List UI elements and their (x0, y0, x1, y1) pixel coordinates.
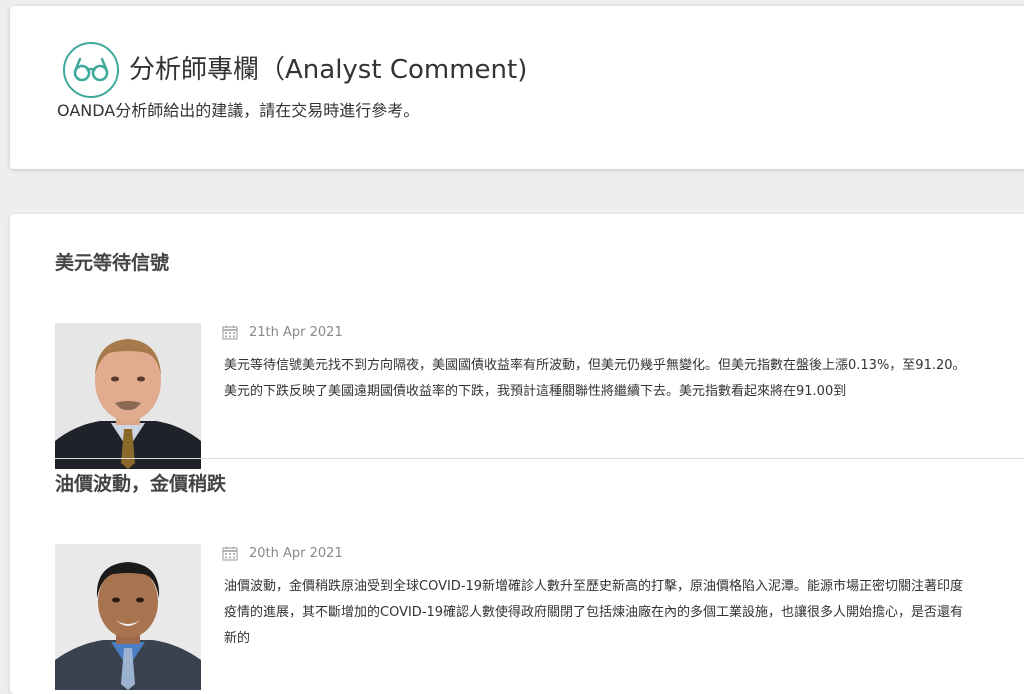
page-subtitle: OANDA分析師給出的建議，請在交易時進行參考。 (57, 101, 420, 120)
analyst-portrait[interactable] (55, 544, 201, 690)
calendar-icon (222, 325, 238, 340)
article-date-text: 21th Apr 2021 (249, 325, 343, 340)
article-item[interactable]: 美元等待信號 21th Apr 2021 美元等待信號美元找不到方向隔夜，美國國… (10, 249, 1024, 469)
article-excerpt: 油價波動，金價稍跌原油受到全球COVID-19新增確診人數升至歷史新高的打擊，原… (224, 579, 964, 646)
article-item[interactable]: 油價波動，金價稍跌 20th Apr 2021 油價波動，金價稍跌原油受到全球C… (10, 470, 1024, 690)
calendar-icon (222, 546, 238, 561)
article-list: 美元等待信號 21th Apr 2021 美元等待信號美元找不到方向隔夜，美國國… (10, 214, 1024, 694)
article-excerpt: 美元等待信號美元找不到方向隔夜，美國國債收益率有所波動，但美元仍幾乎無變化。但美… (224, 358, 966, 399)
analyst-portrait[interactable] (55, 323, 201, 469)
article-title[interactable]: 美元等待信號 (55, 249, 169, 277)
page-title: 分析師專欄（Analyst Comment) (129, 55, 528, 85)
article-title[interactable]: 油價波動，金價稍跌 (55, 470, 226, 498)
header-card (10, 6, 1024, 169)
glasses-icon (63, 42, 119, 98)
divider (55, 458, 1024, 459)
article-date-text: 20th Apr 2021 (249, 546, 343, 561)
